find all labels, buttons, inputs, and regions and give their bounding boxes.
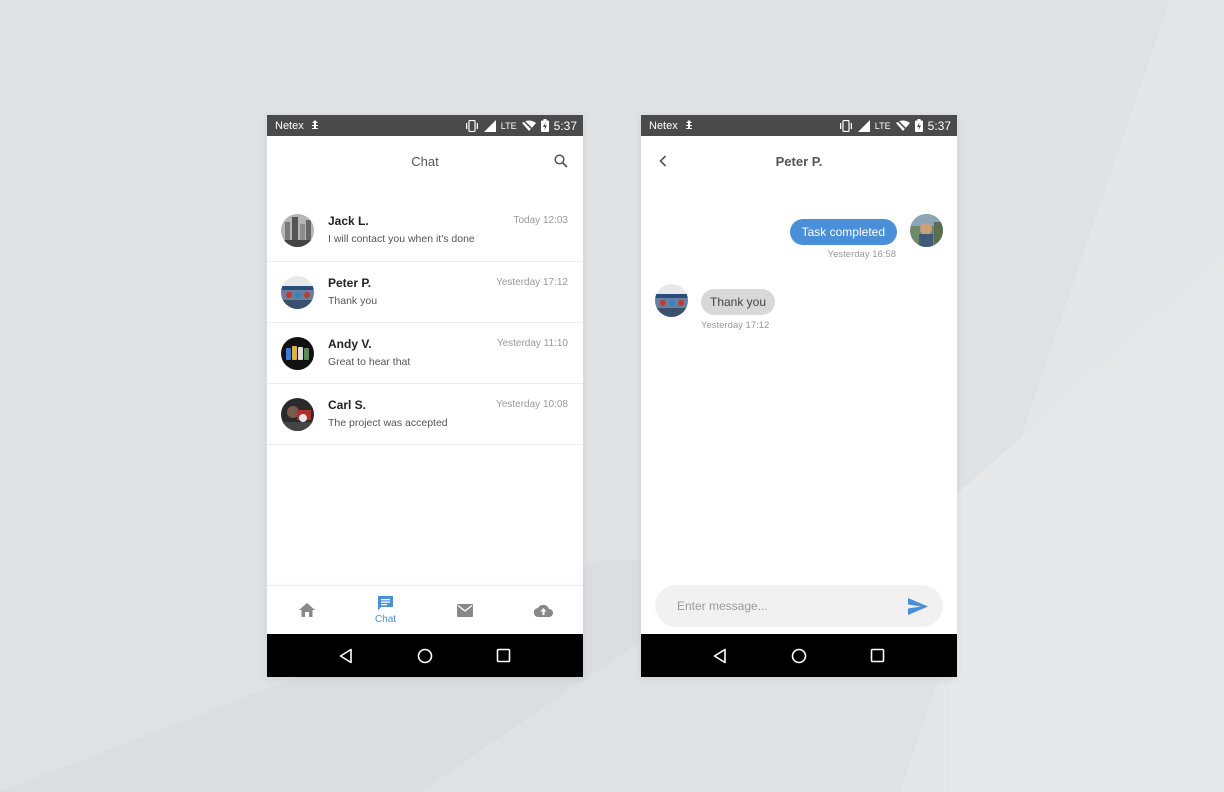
carrier-name: Netex bbox=[275, 119, 304, 132]
app-header: Peter P. bbox=[641, 136, 957, 186]
nav-chat-label: Chat bbox=[374, 614, 397, 625]
home-icon bbox=[298, 603, 315, 617]
network-type: LTE bbox=[874, 120, 891, 131]
usb-debug-icon bbox=[685, 120, 692, 129]
message-preview: Great to hear that bbox=[328, 356, 411, 368]
chat-list: Jack L. I will contact you when it's don… bbox=[267, 200, 583, 445]
chat-list-screen: Netex LTE 5:37 Chat Jack L. I will conta… bbox=[267, 115, 583, 677]
status-bar: Netex LTE 5:37 bbox=[267, 115, 583, 136]
nav-mail[interactable] bbox=[425, 586, 504, 634]
back-button[interactable] bbox=[651, 149, 675, 173]
recents-square-icon bbox=[496, 648, 511, 663]
app-header: Chat bbox=[267, 136, 583, 186]
avatar bbox=[281, 398, 314, 431]
contact-name: Andy V. bbox=[328, 337, 372, 351]
chevron-left-icon bbox=[659, 155, 667, 167]
contact-name: Jack L. bbox=[328, 214, 369, 228]
chat-item-carl[interactable]: Carl S. The project was accepted Yesterd… bbox=[267, 384, 583, 445]
message-time: Yesterday 17:12 bbox=[496, 277, 568, 288]
recents-square-icon bbox=[870, 648, 885, 663]
search-icon bbox=[554, 154, 568, 168]
signal-icon bbox=[857, 119, 870, 132]
home-system-button[interactable] bbox=[787, 644, 811, 668]
cloud-upload-icon bbox=[534, 604, 553, 617]
message-composer bbox=[655, 585, 943, 627]
message-time: Today 12:03 bbox=[513, 215, 569, 226]
contact-avatar bbox=[655, 284, 688, 317]
avatar bbox=[281, 214, 314, 247]
back-triangle-icon bbox=[714, 648, 727, 663]
chat-icon bbox=[378, 596, 393, 611]
carrier-name: Netex bbox=[649, 119, 678, 132]
nav-cloud-upload[interactable] bbox=[504, 586, 583, 634]
received-message-bubble[interactable]: Thank you bbox=[701, 289, 776, 315]
background-decoration bbox=[0, 0, 1224, 792]
network-type: LTE bbox=[500, 120, 517, 131]
page-title: Peter P. bbox=[775, 153, 823, 169]
mail-icon bbox=[456, 603, 473, 617]
page-title: Chat bbox=[411, 153, 439, 169]
message-preview: Thank you bbox=[328, 295, 378, 307]
nav-home[interactable] bbox=[267, 586, 346, 634]
message-text: Task completed bbox=[801, 225, 885, 239]
send-icon bbox=[908, 597, 928, 615]
wifi-icon bbox=[521, 119, 536, 132]
home-circle-icon bbox=[417, 648, 433, 663]
wifi-icon bbox=[895, 119, 910, 132]
system-navigation-bar bbox=[267, 634, 583, 677]
system-navigation-bar bbox=[641, 634, 957, 677]
nav-chat[interactable]: Chat bbox=[346, 586, 425, 634]
contact-name: Carl S. bbox=[328, 398, 367, 412]
status-time: 5:37 bbox=[553, 118, 577, 133]
avatar bbox=[281, 276, 314, 309]
recents-system-button[interactable] bbox=[492, 644, 516, 668]
search-button[interactable] bbox=[549, 149, 573, 173]
status-bar: Netex LTE 5:37 bbox=[641, 115, 957, 136]
back-system-button[interactable] bbox=[334, 644, 358, 668]
message-time: Yesterday 17:12 bbox=[701, 320, 770, 331]
message-text: Thank you bbox=[710, 295, 767, 309]
home-circle-icon bbox=[791, 648, 807, 663]
message-preview: I will contact you when it's done bbox=[328, 233, 475, 245]
battery-charging-icon bbox=[540, 119, 549, 132]
recents-system-button[interactable] bbox=[866, 644, 890, 668]
vibrate-icon bbox=[465, 119, 478, 132]
usb-debug-icon bbox=[311, 120, 318, 129]
status-time: 5:37 bbox=[927, 118, 951, 133]
chat-item-jack[interactable]: Jack L. I will contact you when it's don… bbox=[267, 200, 583, 262]
message-time: Yesterday 11:10 bbox=[496, 338, 568, 349]
send-button[interactable] bbox=[905, 593, 931, 619]
my-avatar bbox=[910, 214, 943, 247]
contact-name: Peter P. bbox=[328, 276, 372, 290]
message-time: Yesterday 10:08 bbox=[496, 399, 568, 410]
back-system-button[interactable] bbox=[708, 644, 732, 668]
vibrate-icon bbox=[839, 119, 852, 132]
avatar bbox=[281, 337, 314, 370]
message-time: Yesterday 16:58 bbox=[827, 249, 896, 260]
message-preview: The project was accepted bbox=[328, 417, 448, 429]
home-system-button[interactable] bbox=[413, 644, 437, 668]
conversation-screen: Netex LTE 5:37 Peter P. Task completed Y… bbox=[641, 115, 957, 677]
chat-item-peter[interactable]: Peter P. Thank you Yesterday 17:12 bbox=[267, 262, 583, 323]
back-triangle-icon bbox=[340, 648, 353, 663]
sent-message-bubble[interactable]: Task completed bbox=[789, 219, 897, 245]
chat-item-andy[interactable]: Andy V. Great to hear that Yesterday 11:… bbox=[267, 323, 583, 384]
battery-charging-icon bbox=[914, 119, 923, 132]
message-input[interactable] bbox=[675, 598, 905, 614]
bottom-navigation: Chat bbox=[267, 585, 583, 634]
signal-icon bbox=[483, 119, 496, 132]
